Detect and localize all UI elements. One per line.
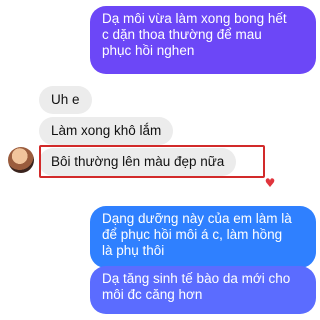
- outgoing-message-3[interactable]: Dạ tăng sinh tế bào da mới cho môi đc că…: [90, 266, 316, 314]
- avatar[interactable]: [8, 147, 34, 173]
- outgoing-message-1[interactable]: Dạ môi vừa làm xong bong hết c dặn thoa …: [90, 6, 316, 74]
- message-text-line: c dặn thoa thường để mau: [102, 27, 262, 42]
- message-text-line: để phục hồi môi á c, làm hồng: [102, 227, 283, 242]
- message-text-line: là phụ thôi: [102, 243, 165, 258]
- incoming-message-2[interactable]: Làm xong khô lắm: [39, 117, 174, 145]
- message-text: Làm xong khô lắm: [51, 123, 162, 138]
- message-text-line: Dạ tăng sinh tế bào da mới cho: [102, 271, 291, 286]
- message-text-line: môi đc căng hơn: [102, 287, 203, 302]
- message-text-line: Dạ môi vừa làm xong bong hết: [102, 11, 287, 26]
- message-text-line: phục hồi nghen: [102, 43, 195, 58]
- message-text: Uh e: [51, 92, 80, 107]
- outgoing-message-2[interactable]: Dạng dưỡng này của em làm là để phục hồi…: [90, 206, 316, 268]
- incoming-message-1[interactable]: Uh e: [39, 86, 92, 114]
- heart-icon[interactable]: ♥: [264, 177, 276, 189]
- message-text-line: Dạng dưỡng này của em làm là: [102, 211, 292, 226]
- highlight-box: [39, 145, 265, 178]
